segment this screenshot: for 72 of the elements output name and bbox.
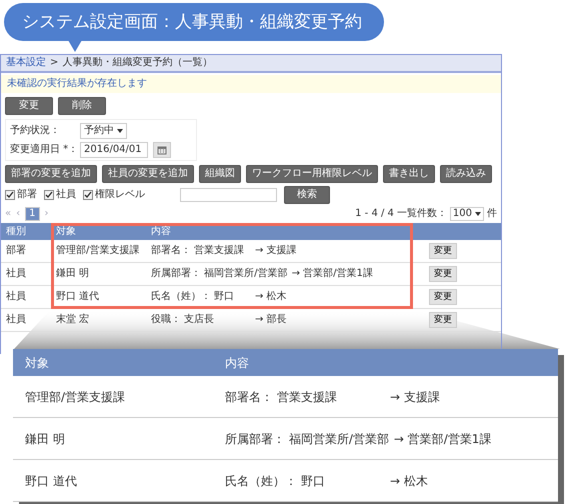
checkbox[interactable] (44, 190, 54, 200)
column-header: 内容 (225, 356, 249, 370)
search-button[interactable]: 検索 (284, 186, 330, 204)
change-value: → 営業部/営業1課 (292, 268, 373, 280)
table-cell-text: 鎌田 明 (24, 432, 66, 446)
caret-icon (117, 128, 123, 132)
check-icon (45, 191, 53, 199)
change-value: → 松木 (390, 474, 428, 488)
page-number[interactable]: 1 (25, 207, 40, 221)
change-detail: 氏名（姓）： 野口 (151, 291, 236, 303)
table-cell-text: 鎌田 明 (56, 268, 90, 280)
change-detail: 氏名（姓）： 野口 (225, 474, 326, 488)
table-cell-text: 部署 (5, 245, 27, 257)
change-detail: 部署名： 営業支援課 (151, 245, 246, 257)
change-detail: 役職： 支店長 (151, 314, 216, 326)
filter-checkbox[interactable]: 社員 (44, 189, 76, 201)
column-header: 対象 (24, 356, 50, 370)
table-cell-text: 末堂 宏 (56, 314, 90, 326)
action-button[interactable]: 部署の変更を追加 (5, 165, 97, 183)
table-cell-text: 社員 (5, 268, 27, 280)
table-cell-text: 社員 (5, 314, 27, 326)
breadcrumb-separator: > (50, 57, 58, 69)
edit-button[interactable]: 変更 (429, 289, 457, 305)
column-header: 対象 (56, 226, 77, 238)
search-field[interactable] (180, 188, 277, 202)
change-value: → 営業部/営業1課 (394, 432, 492, 446)
edit-button[interactable]: 変更 (429, 266, 457, 282)
change-detail: 部署名： 営業支援課 (225, 390, 338, 404)
per-page-label: 一覧件数： (396, 208, 447, 220)
checkbox[interactable] (83, 190, 93, 200)
checkbox[interactable] (5, 190, 15, 200)
field-label: 変更適用日 *： (10, 144, 80, 156)
calendar-button[interactable] (153, 142, 171, 158)
change-value: → 支援課 (255, 245, 297, 257)
change-detail: 所属部署： 福岡営業所/営業部 (151, 268, 288, 280)
edit-button[interactable]: 変更 (429, 312, 457, 328)
table-cell-text: 管理部/営業支援課 (24, 390, 126, 404)
check-icon (6, 191, 14, 199)
table-cell-text: 野口 道代 (24, 474, 78, 488)
filter-checkbox[interactable]: 部署 (5, 189, 37, 201)
column-header: 内容 (151, 226, 171, 238)
calendar-icon (157, 144, 167, 154)
status-dropdown[interactable]: 予約中 (80, 122, 127, 138)
action-button[interactable]: 変更 (5, 97, 53, 115)
notice-text: 未確認の実行結果が存在します (7, 78, 147, 89)
date-field[interactable]: 2016/04/01 (80, 142, 148, 158)
breadcrumb-link[interactable]: 基本設定 (6, 57, 46, 69)
action-button[interactable]: 社員の変更を追加 (102, 165, 194, 183)
column-header: 種別 (5, 226, 27, 238)
change-value: → 部長 (255, 314, 287, 326)
filter-checkbox[interactable]: 権限レベル (83, 189, 145, 201)
table-cell-text: 社員 (5, 291, 27, 303)
table-cell-text: 野口 道代 (56, 291, 100, 303)
change-detail: 所属部署： 福岡営業所/営業部 (225, 432, 389, 446)
result-count: 1 - 4 / 4 (355, 208, 394, 220)
pointer-icon (68, 40, 82, 52)
edit-button[interactable]: 変更 (429, 243, 457, 259)
page-title: 人事異動・組織変更予約（一覧） (62, 57, 212, 69)
check-icon (84, 191, 92, 199)
change-value: → 松木 (255, 291, 287, 303)
action-button[interactable]: 書き出し (383, 165, 435, 183)
unit-label: 件 (487, 208, 497, 220)
table-cell-text: 管理部/営業支援課 (56, 245, 140, 257)
per-page-dropdown[interactable]: 100 (450, 207, 484, 221)
action-button[interactable]: ワークフロー用権限レベル (246, 165, 378, 183)
title-banner: システム設定画面：人事異動・組織変更予約 (4, 3, 384, 41)
change-value: → 支援課 (390, 390, 440, 404)
field-label: 予約状況： (10, 124, 61, 136)
action-button[interactable]: 組織図 (199, 165, 241, 183)
action-button[interactable]: 読み込み (440, 165, 492, 183)
caret-icon (475, 212, 481, 216)
action-button[interactable]: 削除 (58, 97, 106, 115)
